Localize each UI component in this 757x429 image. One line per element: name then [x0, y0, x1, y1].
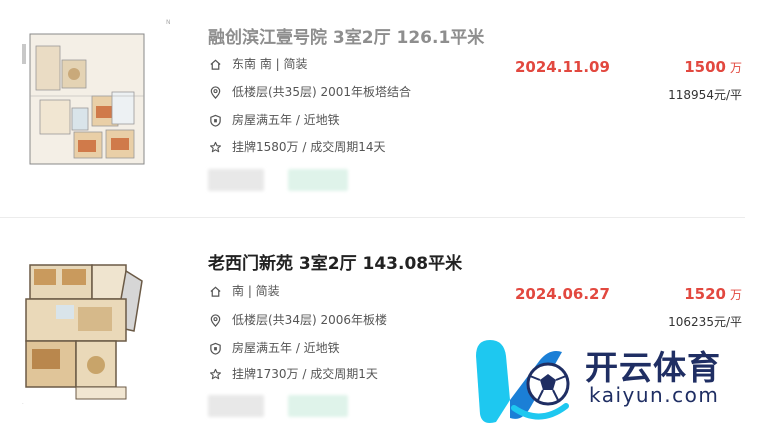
shield-icon	[210, 114, 221, 127]
watermark-name-cn: 开云体育	[585, 348, 721, 387]
unit-price: 118954元/平	[668, 88, 742, 102]
listing-card[interactable]: N 融创滨江壹号院 3室2厅 126.1平米 东南 南 | 简装 低楼层(共35…	[0, 0, 757, 218]
blurred-tag	[208, 169, 264, 191]
position-info: 低楼层(共34层) 2006年板楼	[209, 311, 387, 329]
deal-date: 2024.11.09	[515, 58, 610, 76]
total-price-value: 1500	[684, 58, 726, 76]
listing-title[interactable]: 融创滨江壹号院 3室2厅 126.1平米	[208, 23, 484, 48]
floor-text: 低楼层(共35层) 2001年板塔结合	[232, 85, 411, 99]
blurred-tag	[208, 395, 264, 417]
orientation-text: 南 | 简装	[232, 284, 280, 298]
house-icon	[210, 59, 221, 70]
orientation-text: 东南 南 | 简装	[232, 57, 308, 71]
price-unit: 万	[729, 288, 742, 302]
unit-price: 106235元/平	[668, 315, 742, 329]
floorplan-image[interactable]: -	[16, 241, 178, 411]
deal-info: 挂牌1730万 / 成交周期1天	[209, 365, 378, 383]
total-price-value: 1520	[684, 285, 726, 303]
position-info: 低楼层(共35层) 2001年板塔结合	[209, 83, 411, 101]
deal-date: 2024.06.27	[515, 285, 610, 303]
blurred-tag	[288, 169, 348, 191]
blurred-tag	[288, 395, 348, 417]
svg-text:N: N	[166, 19, 171, 26]
location-pin-icon	[210, 313, 221, 327]
listing-info-text: 挂牌1580万 / 成交周期14天	[232, 140, 386, 154]
watermark-name-en: kaiyun.com	[589, 383, 720, 407]
tags-text: 房屋满五年 / 近地铁	[232, 341, 340, 355]
star-icon	[210, 141, 221, 152]
floor-text: 低楼层(共34层) 2006年板楼	[232, 313, 387, 327]
location-pin-icon	[210, 85, 221, 99]
total-price: 1520 万	[684, 285, 742, 303]
total-price: 1500 万	[684, 58, 742, 76]
tags-info: 房屋满五年 / 近地铁	[209, 111, 340, 129]
listing-title[interactable]: 老西门新苑 3室2厅 143.08平米	[208, 249, 462, 274]
tags-info: 房屋满五年 / 近地铁	[209, 339, 340, 357]
house-icon	[210, 286, 221, 297]
price-unit: 万	[729, 61, 742, 75]
floorplan-image[interactable]: N	[16, 8, 178, 178]
deal-info: 挂牌1580万 / 成交周期14天	[209, 138, 385, 156]
star-icon	[210, 368, 221, 379]
listing-info-text: 挂牌1730万 / 成交周期1天	[232, 367, 378, 381]
house-info: 东南 南 | 简装	[209, 55, 308, 73]
shield-icon	[210, 342, 221, 355]
house-info: 南 | 简装	[209, 282, 280, 300]
tags-text: 房屋满五年 / 近地铁	[232, 113, 340, 127]
divider	[0, 217, 745, 218]
